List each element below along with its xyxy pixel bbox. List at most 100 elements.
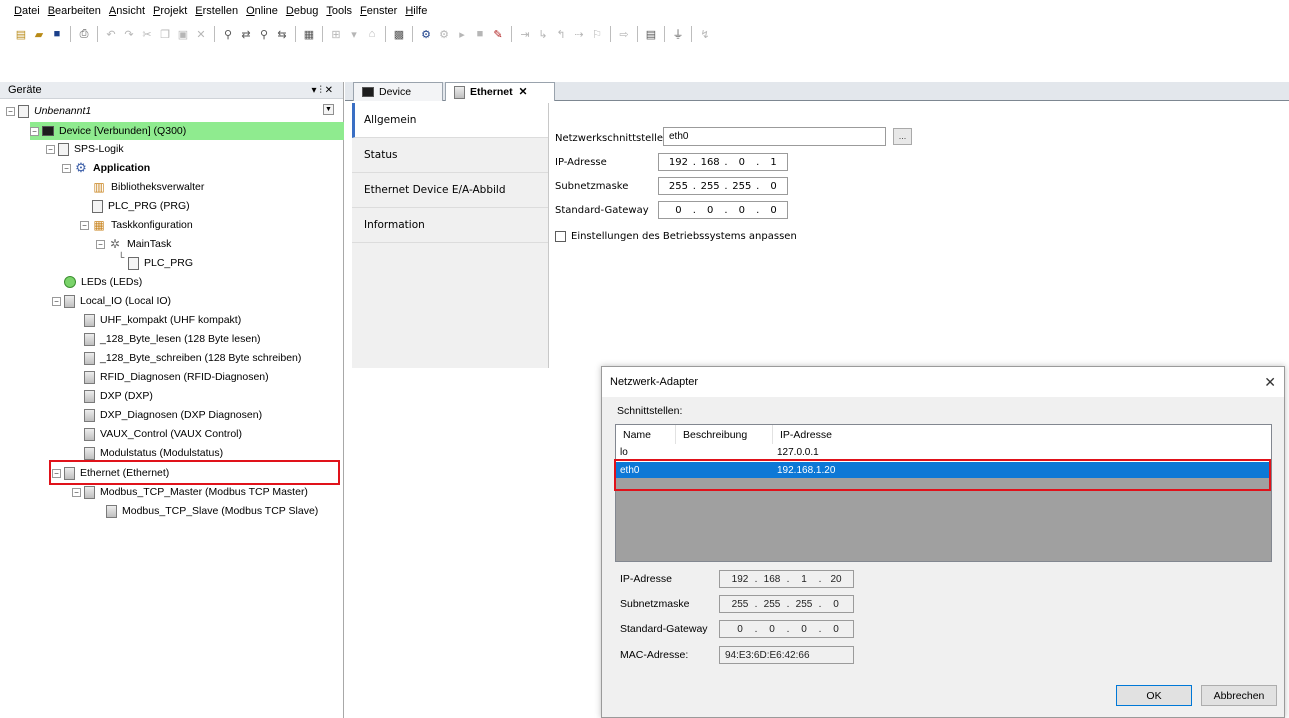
write-values-icon[interactable]: ⇨ (615, 25, 633, 43)
step-over-icon[interactable]: ⇥ (516, 25, 534, 43)
menu-ansicht[interactable]: Ansicht (109, 5, 145, 17)
logout-icon[interactable]: ⚙ (435, 25, 453, 43)
collapse-icon[interactable]: − (62, 163, 71, 173)
panel-controls[interactable]: ▾ ⫶ ✕ (312, 82, 333, 99)
column-header-ip[interactable]: IP-Adresse (773, 425, 1271, 444)
undo-icon[interactable]: ↶ (102, 25, 120, 43)
tree-item-project[interactable]: − Unbenannt1 (6, 102, 91, 120)
os-settings-label: Einstellungen des Betriebssystems anpass… (571, 230, 797, 242)
step-into-icon[interactable]: ↳ (534, 25, 552, 43)
unforce-icon[interactable]: ↯ (696, 25, 714, 43)
tree-item-modbus-slave[interactable]: Modbus_TCP_Slave (Modbus TCP Slave) (106, 502, 318, 520)
cancel-button[interactable]: Abbrechen (1201, 685, 1277, 706)
find-icon[interactable]: ⚲ (219, 25, 237, 43)
tree-item-plc-prg-call[interactable]: └ PLC_PRG (118, 252, 193, 272)
print-icon[interactable]: ⎙ (75, 25, 93, 43)
menu-hilfe[interactable]: Hilfe (405, 5, 427, 17)
tree-item-io[interactable]: UHF_kompakt (UHF kompakt) (84, 311, 241, 329)
start-icon[interactable]: ▸ (453, 25, 471, 43)
cut-icon[interactable]: ✂ (138, 25, 156, 43)
new-project-icon[interactable]: ▤ (12, 25, 30, 43)
menu-bearbeiten[interactable]: Bearbeiten (48, 5, 101, 17)
tree-item-io[interactable]: _128_Byte_lesen (128 Byte lesen) (84, 330, 261, 348)
toolbar-separator (70, 26, 71, 42)
close-tab-icon[interactable]: ✕ (519, 86, 528, 98)
tree-item-io[interactable]: RFID_Diagnosen (RFID-Diagnosen) (84, 368, 269, 386)
menu-fenster[interactable]: Fenster (360, 5, 397, 17)
menu-projekt[interactable]: Projekt (153, 5, 187, 17)
stop-icon[interactable]: ■ (471, 25, 489, 43)
tree-dropdown-icon[interactable]: ▼ (323, 104, 334, 115)
collapse-icon[interactable]: − (46, 144, 55, 154)
menu-erstellen[interactable]: Erstellen (195, 5, 238, 17)
tree-item-plc-prg[interactable]: PLC_PRG (PRG) (92, 197, 190, 215)
tree-item-io[interactable]: _128_Byte_schreiben (128 Byte schreiben) (84, 349, 301, 367)
collapse-icon[interactable]: − (72, 487, 81, 497)
build-icon[interactable]: ▩ (390, 25, 408, 43)
redo-icon[interactable]: ↷ (120, 25, 138, 43)
add-folder-icon[interactable]: ⌂ (363, 25, 381, 43)
run-to-cursor-icon[interactable]: ⇢ (570, 25, 588, 43)
reset-icon[interactable]: ✎ (489, 25, 507, 43)
paste-icon[interactable]: ▣ (174, 25, 192, 43)
side-tab-information[interactable]: Information (352, 208, 548, 243)
login-icon[interactable]: ⚙ (417, 25, 435, 43)
io-module-icon (84, 389, 95, 403)
find-next-icon[interactable]: ⚲ (255, 25, 273, 43)
view-icon[interactable]: ▦ (300, 25, 318, 43)
devices-panel-header: Geräte ▾ ⫶ ✕ (0, 82, 343, 99)
menu-datei[interactable]: Datei (14, 5, 40, 17)
close-icon[interactable]: ✕ (1264, 374, 1276, 391)
collapse-icon[interactable]: − (30, 126, 39, 136)
tree-item-application[interactable]: − ⚙ Application (62, 159, 150, 177)
breakpoint-icon[interactable]: ⚐ (588, 25, 606, 43)
collapse-icon[interactable]: − (6, 106, 15, 116)
tab-device[interactable]: Device (353, 82, 443, 101)
tree-item-device[interactable]: − Device [Verbunden] (Q300) (30, 122, 186, 140)
tree-item-library-manager[interactable]: ▥ Bibliotheksverwalter (92, 178, 204, 196)
menu-debug[interactable]: Debug (286, 5, 318, 17)
collapse-icon[interactable]: − (80, 220, 89, 230)
menu-tools[interactable]: Tools (326, 5, 352, 17)
tree-item-task-config[interactable]: − ▦ Taskkonfiguration (80, 216, 193, 234)
column-header-name[interactable]: Name (616, 425, 676, 444)
tree-item-io[interactable]: DXP (DXP) (84, 387, 153, 405)
ip-address-field[interactable]: 192. 168. 0. 1 (658, 153, 788, 171)
collapse-icon[interactable]: − (52, 296, 61, 306)
force-values-icon[interactable]: ▤ (642, 25, 660, 43)
tree-item-modbus-master[interactable]: − Modbus_TCP_Master (Modbus TCP Master) (72, 483, 308, 501)
add-object-icon[interactable]: ⊞ (327, 25, 345, 43)
tree-item-main-task[interactable]: − ✲ MainTask (96, 235, 171, 253)
side-tab-status[interactable]: Status (352, 138, 548, 173)
step-out-icon[interactable]: ↰ (552, 25, 570, 43)
replace-icon[interactable]: ⇄ (237, 25, 255, 43)
collapse-icon[interactable]: − (96, 239, 105, 249)
tree-item-label: VAUX_Control (VAUX Control) (100, 428, 242, 440)
ok-button[interactable]: OK (1116, 685, 1192, 706)
column-header-description[interactable]: Beschreibung (676, 425, 773, 444)
gateway-field[interactable]: 0. 0. 0. 0 (658, 201, 788, 219)
devices-panel-title: Geräte (8, 84, 42, 96)
copy-icon[interactable]: ❐ (156, 25, 174, 43)
ip-octet: 168 (700, 156, 720, 168)
find-prev-icon[interactable]: ⇆ (273, 25, 291, 43)
filter-icon[interactable]: ⏚ (669, 25, 687, 43)
network-interface-field[interactable]: eth0 (663, 127, 886, 146)
side-tab-general[interactable]: Allgemein (352, 103, 548, 138)
dropdown-arrow-icon[interactable]: ▾ (345, 25, 363, 43)
tree-item-io[interactable]: VAUX_Control (VAUX Control) (84, 425, 242, 443)
delete-icon[interactable]: ✕ (192, 25, 210, 43)
side-tab-io-mapping[interactable]: Ethernet Device E/A-Abbild (352, 173, 548, 208)
subnet-mask-field[interactable]: 255. 255. 255. 0 (658, 177, 788, 195)
tree-item-io[interactable]: DXP_Diagnosen (DXP Diagnosen) (84, 406, 262, 424)
tab-ethernet[interactable]: Ethernet ✕ (445, 82, 555, 101)
tree-item-leds[interactable]: LEDs (LEDs) (64, 273, 142, 291)
tree-item-sps-logik[interactable]: − SPS-Logik (46, 140, 124, 158)
open-project-icon[interactable]: ▰ (30, 25, 48, 43)
tree-item-local-io[interactable]: − Local_IO (Local IO) (52, 292, 171, 310)
menu-online[interactable]: Online (246, 5, 278, 17)
browse-interface-button[interactable]: ... (893, 128, 912, 145)
os-settings-checkbox[interactable] (555, 230, 566, 242)
os-settings-row[interactable]: Einstellungen des Betriebssystems anpass… (555, 226, 797, 246)
save-icon[interactable]: ■ (48, 25, 66, 43)
